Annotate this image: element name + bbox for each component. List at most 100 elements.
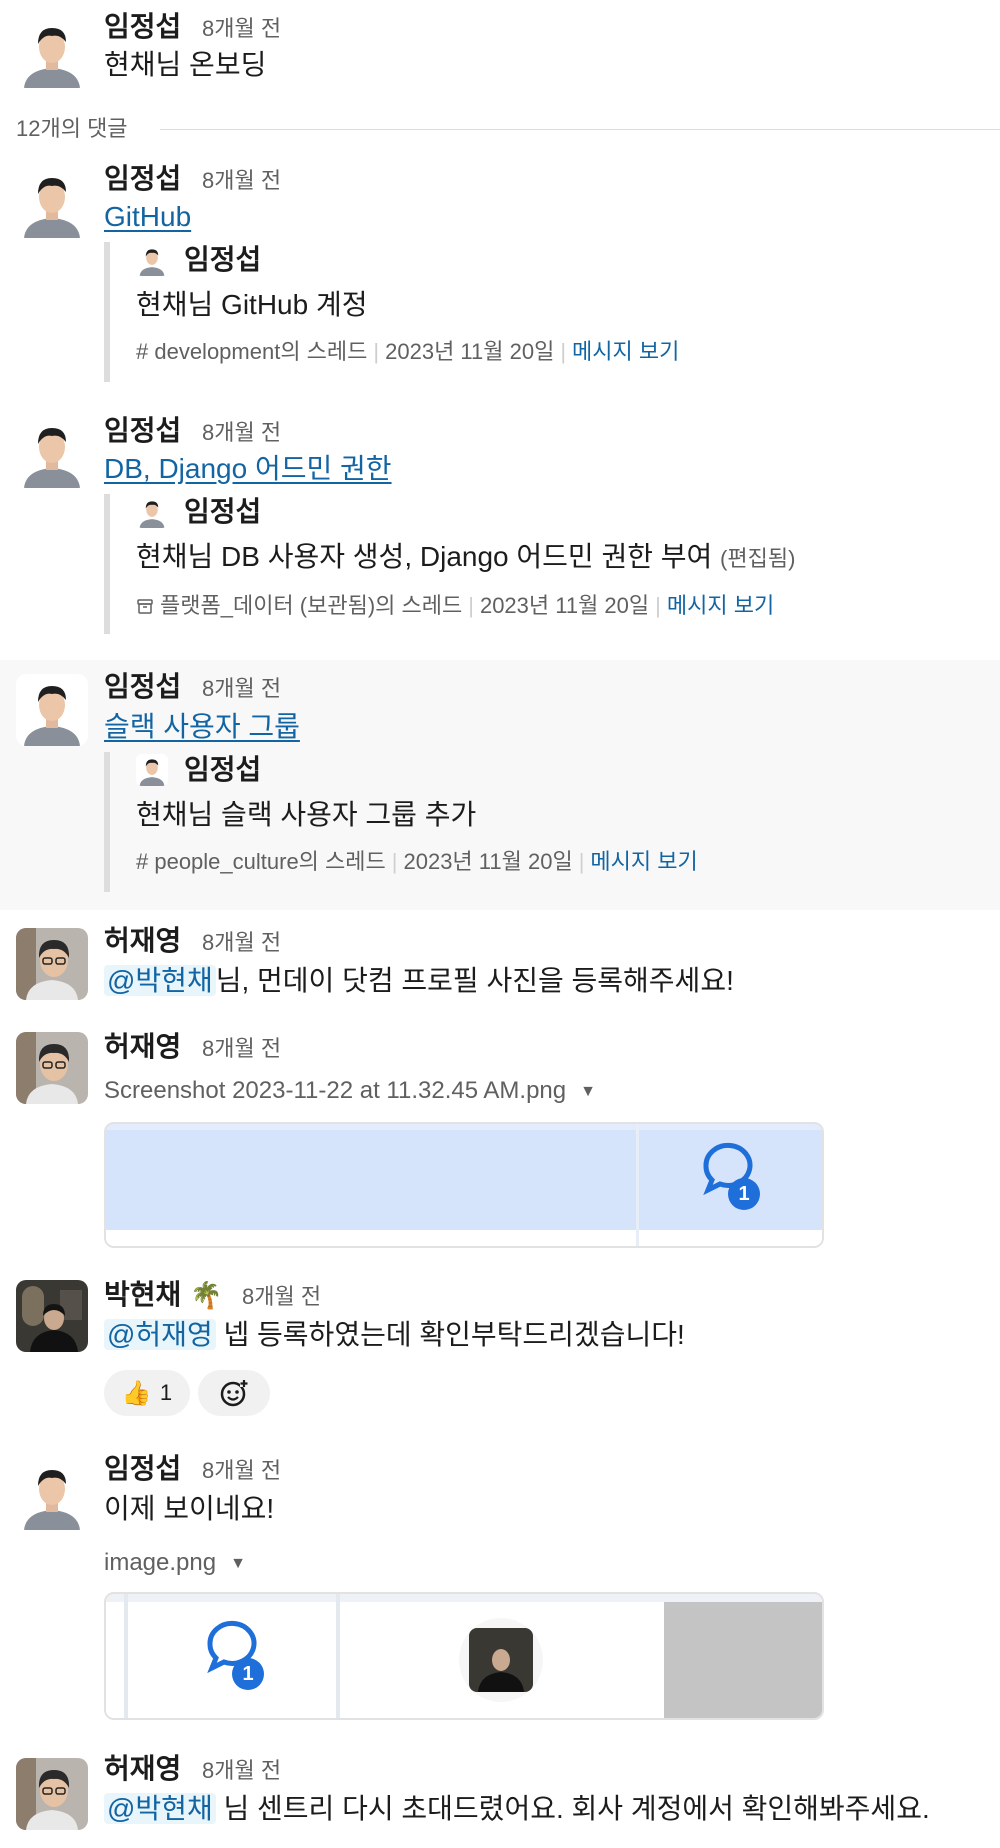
message-text: @박현채 님 센트리 다시 초대드렸어요. 회사 계정에서 확인해봐주세요. [104, 1790, 930, 1828]
shared-message-meta: 플랫폼_데이터 (보관됨)의 스레드 | 2023년 11월 20일 | 메시지 보기 [136, 590, 795, 622]
avatar [136, 496, 168, 528]
avatar[interactable] [16, 1032, 88, 1104]
shared-message[interactable]: 임정섭 현채님 DB 사용자 생성, Django 어드민 권한 부여 (편집됨… [104, 494, 795, 634]
file-title[interactable]: Screenshot 2023-11-22 at 11.32.45 AM.png [104, 1077, 566, 1104]
shared-message-text: 현채님 DB 사용자 생성, Django 어드민 권한 부여 (편집됨) [136, 538, 795, 578]
shared-date[interactable]: 2023년 11월 20일 [480, 593, 649, 618]
edited-label: (편집됨) [720, 546, 796, 571]
image-attachment[interactable]: 1 [104, 1592, 824, 1720]
author-name[interactable]: 허재영 [104, 924, 181, 958]
shared-message-meta: # people_culture의 스레드 | 2023년 11월 20일 | 메시지 … [136, 849, 698, 874]
message-link[interactable]: GitHub [104, 198, 191, 236]
view-message-link[interactable]: 메시지 보기 [667, 593, 774, 618]
shared-author-name[interactable]: 임정섭 [184, 242, 261, 278]
file-name[interactable]: image.png ▼ [104, 1546, 246, 1581]
shared-message-header: 임정섭 [136, 752, 698, 792]
thumbs-up-icon: 👍 [121, 1379, 152, 1407]
author-name[interactable]: 허재영 [104, 1030, 181, 1064]
author-name[interactable]: 임정섭 [104, 1452, 181, 1486]
reply-message: 임정섭 8개월 전 이제 보이네요! image.png ▼ 1 [0, 1440, 1000, 1720]
view-message-link[interactable]: 메시지 보기 [590, 849, 697, 874]
shared-date[interactable]: 2023년 11월 20일 [403, 849, 572, 874]
reaction-pill[interactable]: 👍 1 [104, 1370, 190, 1416]
timestamp[interactable]: 8개월 전 [202, 1454, 281, 1488]
timestamp[interactable]: 8개월 전 [202, 12, 281, 46]
user-mention[interactable]: @박현채 [104, 965, 216, 996]
author-name[interactable]: 임정섭 [104, 10, 181, 44]
message-body: 님 센트리 다시 초대드렸어요. 회사 계정에서 확인해봐주세요. [223, 1793, 930, 1824]
message-body: 님, 먼데이 닷컴 프로필 사진을 등록해주세요! [215, 965, 734, 996]
notification-badge: 1 [242, 1663, 254, 1685]
channel-link[interactable]: 플랫폼_데이터 (보관됨)의 스레드 [160, 593, 462, 618]
user-mention[interactable]: @박현채 [104, 1793, 216, 1824]
author-name[interactable]: 허재영 [104, 1752, 181, 1786]
screenshot-preview [106, 1124, 822, 1246]
shared-author-name[interactable]: 임정섭 [184, 752, 261, 788]
reply-message: 허재영 8개월 전 @박현채 님 센트리 다시 초대드렸어요. 회사 계정에서 … [0, 1740, 1000, 1848]
reply-message: 임정섭 8개월 전 DB, Django 어드민 권한 임정섭 현채님 DB 사… [0, 402, 1000, 654]
avatar[interactable] [16, 166, 88, 238]
message-text: @박현채 님, 먼데이 닷컴 프로필 사진을 등록해주세요! [104, 962, 734, 1000]
timestamp[interactable]: 8개월 전 [242, 1280, 321, 1314]
shared-message-text: 현채님 슬랙 사용자 그룹 추가 [136, 799, 477, 830]
notification-badge: 1 [738, 1183, 750, 1205]
reply-message: 허재영 8개월 전 Screenshot 2023-11-22 at 11.32… [0, 1020, 1000, 1258]
caret-down-icon[interactable]: ▼ [580, 1075, 596, 1109]
message-link[interactable]: DB, Django 어드민 권한 [104, 450, 392, 488]
add-reaction-button[interactable] [198, 1370, 270, 1416]
shared-message[interactable]: 임정섭 현채님 GitHub 계정 # development의 스레드 | 202… [104, 242, 679, 382]
timestamp[interactable]: 8개월 전 [202, 164, 281, 198]
archive-icon [136, 593, 160, 618]
reply-message: 임정섭 8개월 전 GitHub 임정섭 현채님 GitHub 계정 # dev… [0, 150, 1000, 400]
status-emoji[interactable]: 🌴 [190, 1278, 222, 1312]
avatar[interactable] [16, 1758, 88, 1830]
reply-count: 12개의 댓글 [16, 112, 140, 146]
message-text: 현채님 온보딩 [104, 49, 267, 80]
avatar[interactable] [16, 1458, 88, 1530]
author-name[interactable]: 임정섭 [104, 414, 181, 448]
avatar[interactable] [16, 1280, 88, 1352]
avatar[interactable] [16, 928, 88, 1000]
timestamp[interactable]: 8개월 전 [202, 416, 281, 450]
view-message-link[interactable]: 메시지 보기 [572, 339, 679, 364]
author-name[interactable]: 박현채 [104, 1278, 181, 1312]
timestamp[interactable]: 8개월 전 [202, 672, 281, 706]
message-text: @허재영 넵 등록하였는데 확인부탁드리겠습니다! [104, 1316, 685, 1354]
author-name[interactable]: 임정섭 [104, 670, 181, 704]
timestamp[interactable]: 8개월 전 [202, 1754, 281, 1788]
avatar [136, 754, 168, 786]
shared-author-name[interactable]: 임정섭 [184, 494, 261, 530]
reply-message: 허재영 8개월 전 @박현채 님, 먼데이 닷컴 프로필 사진을 등록해주세요! [0, 914, 1000, 1014]
file-title[interactable]: image.png [104, 1549, 216, 1576]
parent-message: 임정섭 8개월 전 현채님 온보딩 [0, 0, 1000, 100]
user-mention[interactable]: @허재영 [104, 1319, 216, 1350]
shared-message-meta: # development의 스레드 | 2023년 11월 20일 | 메시지 보기 [136, 339, 680, 364]
avatar[interactable] [16, 416, 88, 488]
divider-line [160, 129, 1000, 130]
avatar[interactable] [16, 16, 88, 88]
timestamp[interactable]: 8개월 전 [202, 926, 281, 960]
reply-message: 임정섭 8개월 전 슬랙 사용자 그룹 임정섭 현채님 슬랙 사용자 그룹 추가… [0, 660, 1000, 910]
message-text: 이제 보이네요! [104, 1493, 275, 1524]
shared-message[interactable]: 임정섭 현채님 슬랙 사용자 그룹 추가 # people_culture의 스… [104, 752, 698, 892]
timestamp[interactable]: 8개월 전 [202, 1032, 281, 1066]
shared-message-header: 임정섭 [136, 242, 679, 282]
image-attachment[interactable]: 1 [104, 1122, 824, 1248]
shared-message-text: 현채님 GitHub 계정 [136, 289, 368, 320]
shared-date[interactable]: 2023년 11월 20일 [385, 339, 554, 364]
channel-link[interactable]: # people_culture의 스레드 [136, 849, 386, 874]
channel-link[interactable]: # development의 스레드 [136, 339, 367, 364]
reaction-count: 1 [159, 1380, 173, 1405]
author-name[interactable]: 임정섭 [104, 162, 181, 196]
reply-count-divider: 12개의 댓글 [0, 112, 1000, 146]
image-preview [106, 1594, 822, 1718]
file-name[interactable]: Screenshot 2023-11-22 at 11.32.45 AM.png… [104, 1074, 596, 1109]
reply-message: 박현채 🌴 8개월 전 @허재영 넵 등록하였는데 확인부탁드리겠습니다! 👍 … [0, 1268, 1000, 1428]
shared-message-body: 현채님 DB 사용자 생성, Django 어드민 권한 부여 [136, 541, 713, 572]
add-emoji-icon [220, 1379, 248, 1407]
shared-message-header: 임정섭 [136, 494, 795, 534]
message-link[interactable]: 슬랙 사용자 그룹 [104, 708, 300, 746]
caret-down-icon[interactable]: ▼ [230, 1547, 246, 1581]
avatar[interactable] [16, 674, 88, 746]
message-body: 넵 등록하였는데 확인부탁드리겠습니다! [223, 1319, 685, 1350]
